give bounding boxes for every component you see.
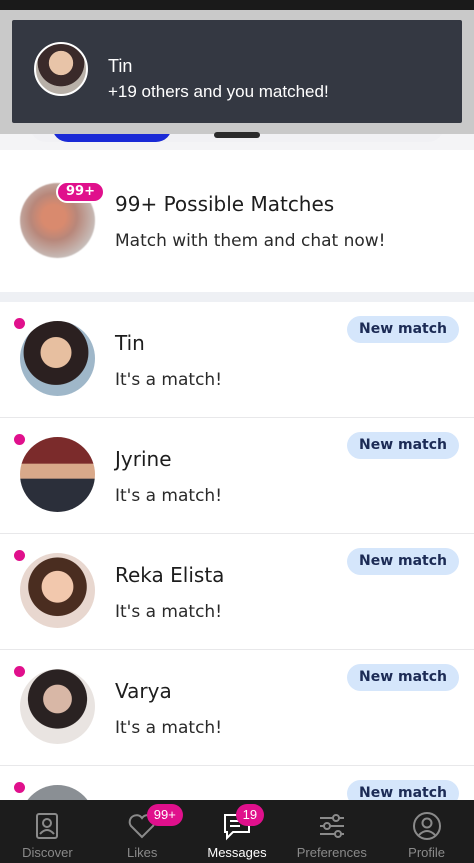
nav-label-preferences: Preferences: [296, 845, 367, 860]
match-message: It's a match!: [115, 602, 223, 622]
new-match-badge: New match: [346, 548, 459, 575]
unread-dot: [14, 318, 25, 329]
match-message: It's a match!: [115, 370, 223, 390]
nav-likes[interactable]: 99+ Likes: [95, 800, 190, 863]
notification-drag-handle[interactable]: [214, 132, 260, 138]
status-bar: [0, 0, 474, 10]
messages-badge: 19: [235, 804, 265, 826]
nav-discover[interactable]: Discover: [0, 800, 95, 863]
notification-subtitle: +19 others and you matched!: [108, 82, 329, 101]
match-row[interactable]: Varya It's a match! New match: [0, 650, 474, 766]
nav-preferences[interactable]: Preferences: [284, 800, 379, 863]
unread-dot: [14, 666, 25, 677]
nav-profile[interactable]: Profile: [379, 800, 474, 863]
match-message: It's a match!: [115, 486, 223, 506]
match-name: Varya: [115, 679, 172, 703]
match-row[interactable]: Tin It's a match! New match: [0, 302, 474, 418]
match-row[interactable]: Reka Elista It's a match! New match: [0, 534, 474, 650]
avatar[interactable]: [20, 553, 95, 628]
match-name: Jyrine: [115, 447, 172, 471]
notification-avatar: [34, 42, 88, 96]
possible-matches-badge: 99+: [56, 181, 105, 203]
nav-label-profile: Profile: [408, 845, 446, 860]
unread-dot: [14, 550, 25, 561]
avatar[interactable]: [20, 669, 95, 744]
nav-messages[interactable]: 19 Messages: [190, 800, 285, 863]
match-list: Tin It's a match! New match Jyrine It's …: [0, 302, 474, 863]
bottom-nav: Discover 99+ Likes 19 Messages Preferenc…: [0, 800, 474, 863]
new-match-badge: New match: [346, 316, 459, 343]
unread-dot: [14, 782, 25, 793]
sliders-icon: [319, 814, 344, 838]
avatar[interactable]: [20, 321, 95, 396]
new-match-badge: New match: [346, 432, 459, 459]
possible-matches-card[interactable]: 99+ 99+ Possible Matches Match with them…: [0, 150, 474, 292]
nav-label-discover: Discover: [22, 845, 73, 860]
unread-dot: [14, 434, 25, 445]
match-row[interactable]: Jyrine It's a match! New match: [0, 418, 474, 534]
nav-label-likes: Likes: [127, 845, 158, 860]
likes-badge: 99+: [146, 804, 183, 826]
possible-matches-subtitle: Match with them and chat now!: [115, 231, 386, 251]
notification-card[interactable]: Tin +19 others and you matched!: [12, 20, 462, 123]
match-message: It's a match!: [115, 718, 223, 738]
match-name: Tin: [115, 331, 145, 355]
possible-matches-title: 99+ Possible Matches: [115, 192, 335, 216]
nav-label-messages: Messages: [207, 845, 267, 860]
discover-icon: [36, 813, 59, 839]
match-name: Reka Elista: [115, 563, 225, 587]
notification-banner[interactable]: Tin +19 others and you matched!: [0, 10, 474, 138]
new-match-badge: New match: [346, 664, 459, 691]
profile-icon: [412, 812, 441, 840]
notification-title: Tin: [108, 56, 133, 76]
avatar[interactable]: [20, 437, 95, 512]
section-divider: [0, 292, 474, 302]
